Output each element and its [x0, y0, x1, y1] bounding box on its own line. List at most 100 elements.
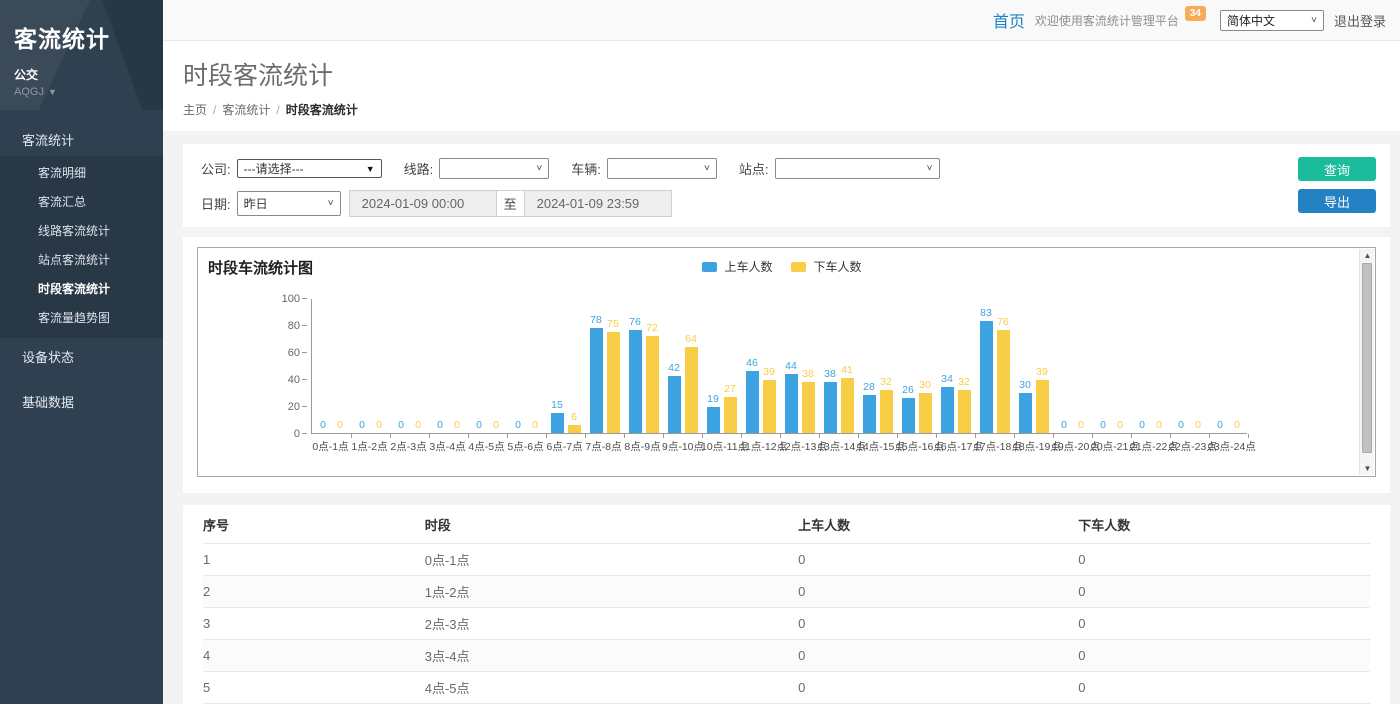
user-dropdown[interactable]: AQGJ▼ — [14, 86, 149, 98]
x-axis-label: 6点-7点 — [545, 439, 584, 454]
line-select[interactable]: ˅ — [439, 158, 549, 179]
date-range-group: 至 — [349, 190, 672, 217]
vehicle-select[interactable]: ˅ — [607, 158, 717, 179]
bar-value-label: 19 — [707, 393, 719, 405]
col-header-alighting: 下车人数 — [1078, 505, 1370, 544]
x-axis-label: 9点-10点 — [662, 439, 701, 454]
query-button[interactable]: 查询 — [1298, 157, 1376, 181]
legend-label-boarding: 上车人数 — [724, 258, 772, 275]
breadcrumb-parent[interactable]: 客流统计 — [222, 103, 270, 117]
sidebar-item-flow-detail[interactable]: 客流明细 — [0, 158, 163, 187]
bar-value-label: 0 — [532, 419, 538, 431]
x-axis-label: 14点-15点 — [857, 439, 896, 454]
x-axis-label: 4点-5点 — [467, 439, 506, 454]
sidebar-item-trend-chart[interactable]: 客流量趋势图 — [0, 303, 163, 332]
app-brand: 客流统计 — [14, 20, 149, 54]
filter-panel: 公司: ---请选择--- ▼ 线路: ˅ 车辆: ˅ 站点 — [183, 144, 1390, 227]
x-axis-label: 20点-21点 — [1091, 439, 1130, 454]
notification-badge: 34 — [1185, 6, 1206, 21]
table-row: 10点-1点00 — [203, 544, 1370, 576]
y-axis-label: 40 — [288, 374, 300, 386]
scrollbar-up-arrow-icon[interactable]: ▲ — [1360, 249, 1375, 262]
logout-link[interactable]: 退出登录 — [1334, 11, 1386, 30]
breadcrumb: 主页/客流统计/时段客流统计 — [183, 101, 1400, 118]
x-axis-label: 19点-20点 — [1052, 439, 1091, 454]
bar-value-label: 0 — [1178, 419, 1184, 431]
x-axis-label: 7点-8点 — [584, 439, 623, 454]
bar-value-label: 0 — [1139, 419, 1145, 431]
bar-value-label: 0 — [493, 419, 499, 431]
col-header-index: 序号 — [203, 505, 425, 544]
col-header-boarding: 上车人数 — [798, 505, 1078, 544]
bar-下车人数: 32 — [958, 390, 971, 433]
bar-value-label: 0 — [454, 419, 460, 431]
sidebar-item-passenger-stats[interactable]: 客流统计 — [0, 123, 163, 156]
chart-scrollbar[interactable]: ▲ ▼ — [1359, 249, 1374, 475]
sidebar-item-station-stats[interactable]: 站点客流统计 — [0, 245, 163, 274]
sidebar-item-base-data[interactable]: 基础数据 — [0, 383, 163, 420]
table-cell: 2点-3点 — [425, 608, 798, 640]
date-range-separator: 至 — [497, 190, 524, 217]
table-cell: 0 — [798, 608, 1078, 640]
table-cell: 3 — [203, 608, 425, 640]
chevron-down-icon: ˅ — [536, 163, 542, 174]
bar-上车人数: 46 — [746, 371, 759, 433]
sidebar-item-period-stats[interactable]: 时段客流统计 — [0, 274, 163, 303]
chevron-down-icon: ˅ — [328, 198, 334, 209]
bar-value-label: 28 — [863, 381, 875, 393]
x-axis-label: 13点-14点 — [818, 439, 857, 454]
chart-bar-group: 156 — [546, 298, 585, 433]
bar-value-label: 0 — [337, 419, 343, 431]
bar-value-label: 78 — [590, 314, 602, 326]
scrollbar-thumb[interactable] — [1362, 263, 1372, 453]
table-cell: 0 — [1078, 544, 1370, 576]
bar-value-label: 0 — [1156, 419, 1162, 431]
table-cell: 4 — [203, 640, 425, 672]
chart-bar-group: 3432 — [936, 298, 975, 433]
bar-value-label: 38 — [824, 368, 836, 380]
sidebar-item-flow-summary[interactable]: 客流汇总 — [0, 187, 163, 216]
bar-下车人数: 32 — [880, 390, 893, 433]
bar-value-label: 46 — [746, 357, 758, 369]
bar-下车人数: 39 — [763, 380, 776, 433]
bar-value-label: 38 — [802, 368, 814, 380]
chart-bar-group: 00 — [390, 298, 429, 433]
date-from-input[interactable] — [349, 190, 497, 217]
bar-value-label: 27 — [724, 383, 736, 395]
table-cell: 0 — [1078, 576, 1370, 608]
table-cell: 0 — [1078, 608, 1370, 640]
x-axis-label: 17点-18点 — [974, 439, 1013, 454]
chart-xlabels: 0点-1点1点-2点2点-3点3点-4点4点-5点5点-6点6点-7点7点-8点… — [311, 439, 1247, 454]
bar-下车人数: 39 — [1036, 380, 1049, 433]
bar-value-label: 0 — [1234, 419, 1240, 431]
bar-value-label: 0 — [320, 419, 326, 431]
station-select[interactable]: ˅ — [775, 158, 940, 179]
top-navbar: 首页 欢迎使用客流统计管理平台 34 简体中文 ˅ 退出登录 — [163, 0, 1400, 41]
date-to-input[interactable] — [524, 190, 672, 217]
sidebar-item-line-stats[interactable]: 线路客流统计 — [0, 216, 163, 245]
bar-value-label: 26 — [902, 384, 914, 396]
bar-上车人数: 38 — [824, 382, 837, 433]
scrollbar-down-arrow-icon[interactable]: ▼ — [1360, 462, 1375, 475]
bar-value-label: 0 — [515, 419, 521, 431]
bar-value-label: 30 — [1019, 379, 1031, 391]
language-select[interactable]: 简体中文 ˅ — [1220, 10, 1324, 31]
bar-下车人数: 72 — [646, 336, 659, 433]
caret-down-icon: ▼ — [48, 87, 57, 97]
table-row: 21点-2点00 — [203, 576, 1370, 608]
breadcrumb-home[interactable]: 主页 — [183, 103, 207, 117]
sidebar-item-device-status[interactable]: 设备状态 — [0, 338, 163, 375]
home-link[interactable]: 首页 — [993, 8, 1025, 32]
breadcrumb-separator: / — [213, 103, 216, 117]
bar-value-label: 83 — [980, 307, 992, 319]
x-axis-label: 5点-6点 — [506, 439, 545, 454]
company-select[interactable]: ---请选择--- ▼ — [237, 159, 382, 178]
x-axis-label: 18点-19点 — [1013, 439, 1052, 454]
col-header-period: 时段 — [425, 505, 798, 544]
x-axis-label: 23点-24点 — [1208, 439, 1247, 454]
bar-下车人数: 6 — [568, 425, 581, 433]
station-label: 站点: — [739, 159, 769, 178]
export-button[interactable]: 导出 — [1298, 189, 1376, 213]
date-preset-select[interactable]: 昨日 ˅ — [237, 191, 341, 216]
bar-value-label: 39 — [763, 366, 775, 378]
